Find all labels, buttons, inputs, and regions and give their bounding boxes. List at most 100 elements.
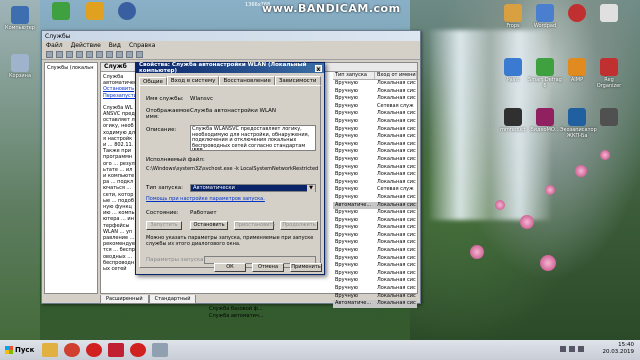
volume-icon[interactable] (569, 346, 575, 352)
mmreduct-icon[interactable]: mmreduct (496, 108, 530, 133)
desktop-app-icon[interactable] (592, 108, 626, 127)
table-row[interactable]: Автоматиче... Локальная сис (333, 201, 417, 210)
start-button[interactable]: Запустить (146, 221, 182, 230)
wordpad-icon[interactable]: Wordpad (528, 4, 562, 29)
forward-icon[interactable] (56, 51, 63, 58)
clock[interactable]: 15:40 20.03.2019 (603, 342, 635, 356)
table-row[interactable]: Вручную Локальная сис (333, 118, 417, 126)
restart-service-icon[interactable] (136, 51, 143, 58)
tree-item-services[interactable]: Службы (локальн (47, 65, 95, 71)
table-row[interactable]: Вручную Локальная сис (333, 141, 417, 149)
ok-button[interactable]: ОК (214, 263, 246, 272)
menu-action[interactable]: Действие (71, 42, 101, 49)
table-row[interactable]: Вручную Локальная сис (333, 239, 417, 247)
bandicam-icon[interactable] (130, 343, 146, 357)
refresh-icon[interactable] (76, 51, 83, 58)
table-row[interactable]: Вручную Локальная сис (333, 270, 417, 278)
app64-icon[interactable] (108, 343, 124, 357)
tab-logon[interactable]: Вход в систему (166, 76, 220, 85)
service-name[interactable]: Служба базовой ф... (209, 306, 264, 313)
menu-file[interactable]: Файл (46, 42, 63, 49)
table-row[interactable]: Вручную Локальная сис (333, 217, 417, 225)
desktop-app-icon[interactable] (110, 2, 144, 21)
chrome-icon[interactable] (64, 343, 80, 357)
yandex-icon[interactable] (86, 343, 102, 357)
service-name[interactable]: Служба автоматич... (209, 313, 264, 320)
table-row[interactable]: Вручную Локальная сис (333, 126, 417, 134)
apply-button[interactable]: Применить (290, 263, 322, 272)
table-row[interactable]: Вручную Локальная сис (333, 156, 417, 164)
help-icon[interactable] (96, 51, 103, 58)
cancel-button[interactable]: Отмена (252, 263, 284, 272)
services-title-bar[interactable]: Службы (42, 31, 420, 41)
stop-service-icon[interactable] (116, 51, 123, 58)
start-service-icon[interactable] (106, 51, 113, 58)
video-icon[interactable]: ВидеоМО... (528, 108, 562, 133)
stop-button[interactable]: Остановить (190, 221, 228, 230)
table-row[interactable]: Вручную Локальная сис (333, 255, 417, 263)
desktop-app-icon[interactable] (78, 2, 112, 21)
table-row[interactable]: Вручную Локальная сис (333, 179, 417, 187)
table-row[interactable]: Вручную Локальная сис (333, 277, 417, 285)
cell-logon-as: Локальная сис (377, 231, 416, 238)
restart-link[interactable]: Перезапустить (103, 93, 143, 99)
startup-help-link[interactable]: Помощь при настройке параметров запуска. (146, 196, 265, 202)
tab-recovery[interactable]: Восстановление (219, 76, 275, 85)
table-row[interactable]: Вручную Локальная сис (333, 209, 417, 217)
pause-service-icon[interactable] (126, 51, 133, 58)
table-row[interactable]: Вручную Сетевая служ (333, 103, 417, 111)
computer-icon[interactable]: Компьютер (3, 6, 37, 31)
column-startup-type[interactable]: Тип запуска (333, 72, 375, 79)
desktop-app-icon[interactable]: Frops (496, 4, 530, 29)
tab-extended[interactable]: Расширенный (100, 295, 149, 304)
table-row[interactable]: Вручную Локальная сис (333, 88, 417, 96)
desktop-app-icon[interactable] (44, 2, 78, 21)
description-box[interactable]: Служба WLANSVC предоставляет логику, нео… (190, 125, 316, 151)
startup-type-select[interactable]: Автоматически ▼ (190, 184, 316, 192)
export-icon[interactable] (86, 51, 93, 58)
dialog-title-bar[interactable]: Свойства: Служба автонастройки WLAN (Лок… (136, 62, 324, 74)
table-row[interactable]: Вручную Локальная сис (333, 247, 417, 255)
table-row[interactable]: Вручную Сетевая служ (333, 186, 417, 194)
table-row[interactable]: Вручную Локальная сис (333, 164, 417, 172)
explorer-icon[interactable] (42, 343, 58, 357)
language-icon[interactable] (578, 346, 584, 352)
table-row[interactable]: Вручную Локальная сис (333, 293, 417, 301)
table-row[interactable]: Вручную Локальная сис (333, 194, 417, 202)
column-logon-as[interactable]: Вход от имени (375, 72, 417, 79)
recycle-bin-icon[interactable]: Корзина (3, 54, 37, 79)
resume-button[interactable]: Продолжить (280, 221, 318, 230)
table-row[interactable]: Вручную Локальная сис (333, 133, 417, 141)
chevron-down-icon[interactable]: ▼ (307, 185, 315, 192)
stop-link[interactable]: Остановить (103, 86, 135, 92)
close-icon[interactable]: x (314, 64, 322, 73)
table-row[interactable]: Вручную Локальная сис (333, 171, 417, 179)
table-row[interactable]: Вручную Локальная сис (333, 262, 417, 270)
table-row[interactable]: Вручную Локальная сис (333, 110, 417, 118)
pause-button[interactable]: Приостановить (234, 221, 275, 230)
network-icon[interactable] (560, 346, 566, 352)
reg-organizer-icon[interactable]: Reg Organizer (592, 58, 626, 89)
desktop-app-icon[interactable] (592, 4, 626, 23)
services-grid: Тип запуска Вход от имени Вручную Локальн… (333, 72, 417, 308)
menu-view[interactable]: Вид (109, 42, 121, 49)
back-icon[interactable] (46, 51, 53, 58)
start-button[interactable]: Пуск (2, 342, 36, 358)
table-row[interactable]: Вручную Локальная сис (333, 95, 417, 103)
desktop-app-icon[interactable] (560, 4, 594, 23)
aimp-icon[interactable]: AIMP (560, 58, 594, 83)
table-row[interactable]: Вручную Локальная сис (333, 148, 417, 156)
table-row[interactable]: Вручную Локальная сис (333, 224, 417, 232)
table-row[interactable]: Вручную Локальная сис (333, 232, 417, 240)
tab-standard[interactable]: Стандартный (148, 295, 197, 304)
menu-help[interactable]: Справка (129, 42, 155, 49)
console-icon[interactable] (66, 51, 73, 58)
table-row[interactable]: Автоматиче... Локальная сис (333, 300, 417, 308)
table-row[interactable]: Вручную Локальная сис (333, 80, 417, 88)
paint-icon[interactable]: Paint (496, 58, 530, 83)
services-taskbar-icon[interactable] (152, 343, 168, 357)
smart-defrag-icon[interactable]: Smart Defrag 6 (528, 58, 562, 89)
recorder-icon[interactable]: Экозаписатор ЖКП-Ба (560, 108, 597, 139)
table-row[interactable]: Вручную Локальная сис (333, 285, 417, 293)
tab-dependencies[interactable]: Зависимости (274, 76, 321, 85)
